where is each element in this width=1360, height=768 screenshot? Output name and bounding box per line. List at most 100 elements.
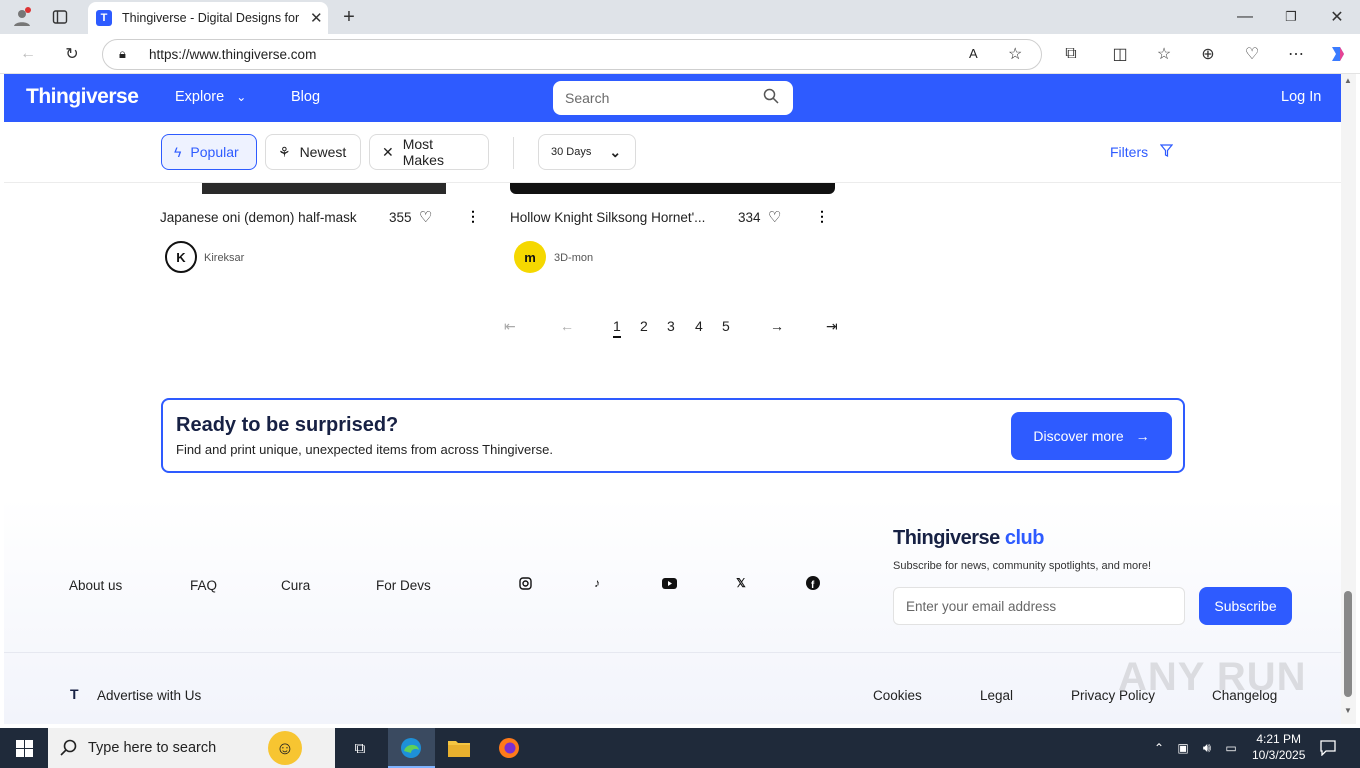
more-options-icon[interactable]: ⋮	[466, 208, 480, 225]
favorites-icon[interactable]: ☆	[1152, 42, 1176, 66]
advertise-link[interactable]: Advertise with Us	[97, 688, 201, 703]
scroll-up-icon[interactable]: ▲	[1344, 76, 1352, 85]
footer-link-about[interactable]: About us	[69, 578, 122, 593]
chevron-down-icon: ⌄	[236, 90, 247, 104]
footer-link-devs[interactable]: For Devs	[376, 578, 431, 593]
next-page-icon[interactable]: →	[770, 318, 784, 334]
windows-start-icon[interactable]	[12, 736, 36, 760]
footer-link-cura[interactable]: Cura	[281, 578, 310, 593]
heart-icon[interactable]: ♡	[419, 208, 432, 226]
card-thumbnail[interactable]	[202, 183, 446, 194]
popular-chip[interactable]: ϟ Popular	[161, 134, 257, 170]
scroll-down-icon[interactable]: ▼	[1344, 706, 1352, 715]
page-number[interactable]: 2	[640, 318, 648, 334]
youtube-icon[interactable]	[661, 575, 677, 591]
taskbar-search[interactable]: Type here to search ☺	[48, 728, 335, 768]
tab-title: Thingiverse - Digital Designs for P	[122, 11, 302, 25]
network-icon[interactable]: ▭	[1219, 736, 1243, 760]
search-icon[interactable]	[763, 88, 779, 107]
volume-icon[interactable]: 🔊︎	[1195, 736, 1219, 760]
collections-icon[interactable]: ⊕	[1196, 42, 1220, 66]
task-view-icon[interactable]: ⧉	[348, 736, 372, 760]
lightning-icon: ϟ	[174, 144, 182, 160]
card-thumbnail[interactable]	[510, 183, 835, 194]
firefox-icon[interactable]	[497, 736, 521, 760]
avatar[interactable]: K	[165, 241, 197, 273]
page-number[interactable]: 4	[695, 318, 703, 334]
browser-tab[interactable]: T Thingiverse - Digital Designs for P ✕	[88, 2, 328, 34]
profile-icon[interactable]	[10, 5, 34, 29]
facebook-icon[interactable]: f	[805, 575, 821, 591]
split-screen-icon[interactable]: ◫	[1108, 42, 1132, 66]
period-dropdown[interactable]: 30 Days ⌄	[538, 134, 636, 170]
read-aloud-icon[interactable]: A	[969, 46, 978, 61]
like-count: 355	[389, 210, 412, 225]
edge-taskbar-button[interactable]	[388, 728, 435, 768]
login-link[interactable]: Log In	[1281, 89, 1321, 105]
author-name[interactable]: Kireksar	[204, 252, 244, 264]
first-page-icon[interactable]: ⇤	[504, 318, 516, 335]
footer-divider	[4, 652, 1341, 653]
author-name[interactable]: 3D-mon	[554, 252, 593, 264]
close-tab-icon[interactable]: ✕	[310, 9, 323, 27]
anyrun-watermark: ANY RUN	[1118, 655, 1307, 699]
favorite-star-icon[interactable]: ☆	[1008, 44, 1022, 64]
card-title[interactable]: Japanese oni (demon) half-mask	[160, 210, 357, 225]
sprout-icon: ⚘	[278, 143, 291, 160]
new-tab-icon[interactable]: +	[337, 5, 361, 29]
filters-button[interactable]: Filters	[1110, 144, 1174, 160]
copilot-icon[interactable]	[1326, 42, 1350, 66]
browser-address-bar: ← ↻ 🔒︎ https://www.thingiverse.com A ☆ ⧉…	[0, 34, 1360, 74]
funnel-icon	[1159, 144, 1174, 160]
instagram-icon[interactable]	[517, 575, 533, 591]
prev-page-icon[interactable]: ←	[560, 318, 574, 334]
discover-more-button[interactable]: Discover more →	[1011, 412, 1172, 460]
performance-icon[interactable]: ♡	[1240, 42, 1264, 66]
subscribe-button[interactable]: Subscribe	[1199, 587, 1292, 625]
blog-link[interactable]: Blog	[291, 89, 320, 105]
page-number[interactable]: 5	[722, 318, 730, 334]
footer-link-faq[interactable]: FAQ	[190, 578, 217, 593]
more-menu-icon[interactable]: ⋯	[1284, 42, 1308, 66]
discover-label: Discover more	[1033, 428, 1124, 444]
club-title: Thingiverse club	[893, 527, 1044, 550]
taskbar-clock[interactable]: 4:21 PM 10/3/2025	[1252, 731, 1305, 763]
avatar[interactable]: m	[514, 241, 546, 273]
newest-chip[interactable]: ⚘ Newest	[265, 134, 361, 170]
heart-icon[interactable]: ♡	[768, 208, 781, 226]
notifications-icon[interactable]	[1316, 736, 1340, 760]
tab-actions-icon[interactable]	[48, 5, 72, 29]
more-options-icon[interactable]: ⋮	[815, 208, 829, 225]
last-page-icon[interactable]: ⇥	[826, 318, 838, 335]
thingiverse-logo[interactable]: Thingiverse	[26, 85, 139, 109]
email-field[interactable]: Enter your email address	[893, 587, 1185, 625]
x-icon[interactable]: 𝕏	[733, 575, 749, 591]
show-hidden-icons[interactable]: ⌃	[1147, 736, 1171, 760]
search-input[interactable]: Search	[553, 81, 793, 115]
cookies-link[interactable]: Cookies	[873, 688, 922, 703]
taskbar-search-placeholder: Type here to search	[88, 740, 217, 756]
page-scrollbar[interactable]: ▲ ▼	[1341, 74, 1356, 724]
meeting-icon[interactable]: ▣	[1171, 736, 1195, 760]
file-explorer-icon[interactable]	[447, 736, 471, 760]
url-field[interactable]: 🔒︎ https://www.thingiverse.com A ☆	[102, 39, 1042, 70]
close-window-icon[interactable]: ✕	[1325, 5, 1349, 29]
legal-link[interactable]: Legal	[980, 688, 1013, 703]
card-title[interactable]: Hollow Knight Silksong Hornet'...	[510, 210, 705, 225]
restore-icon[interactable]: ❐	[1279, 5, 1303, 29]
back-icon[interactable]: ←	[16, 42, 40, 66]
most-makes-chip[interactable]: ✕ Most Makes	[369, 134, 489, 170]
search-icon	[60, 739, 77, 760]
scrollbar-thumb[interactable]	[1344, 591, 1352, 697]
clock-time: 4:21 PM	[1256, 732, 1302, 746]
extensions-icon[interactable]: ⧉	[1059, 42, 1083, 66]
period-label: 30 Days	[551, 146, 592, 158]
tiktok-icon[interactable]: ♪	[589, 575, 605, 591]
page-number[interactable]: 3	[667, 318, 675, 334]
browser-tab-bar: T Thingiverse - Digital Designs for P ✕ …	[0, 0, 1360, 34]
refresh-icon[interactable]: ↻	[60, 42, 84, 66]
explore-menu[interactable]: Explore ⌄	[175, 89, 246, 105]
page-number[interactable]: 1	[613, 318, 621, 338]
minimize-icon[interactable]: —	[1233, 5, 1257, 29]
site-header: Thingiverse Explore ⌄ Blog Search Log In	[4, 74, 1341, 122]
